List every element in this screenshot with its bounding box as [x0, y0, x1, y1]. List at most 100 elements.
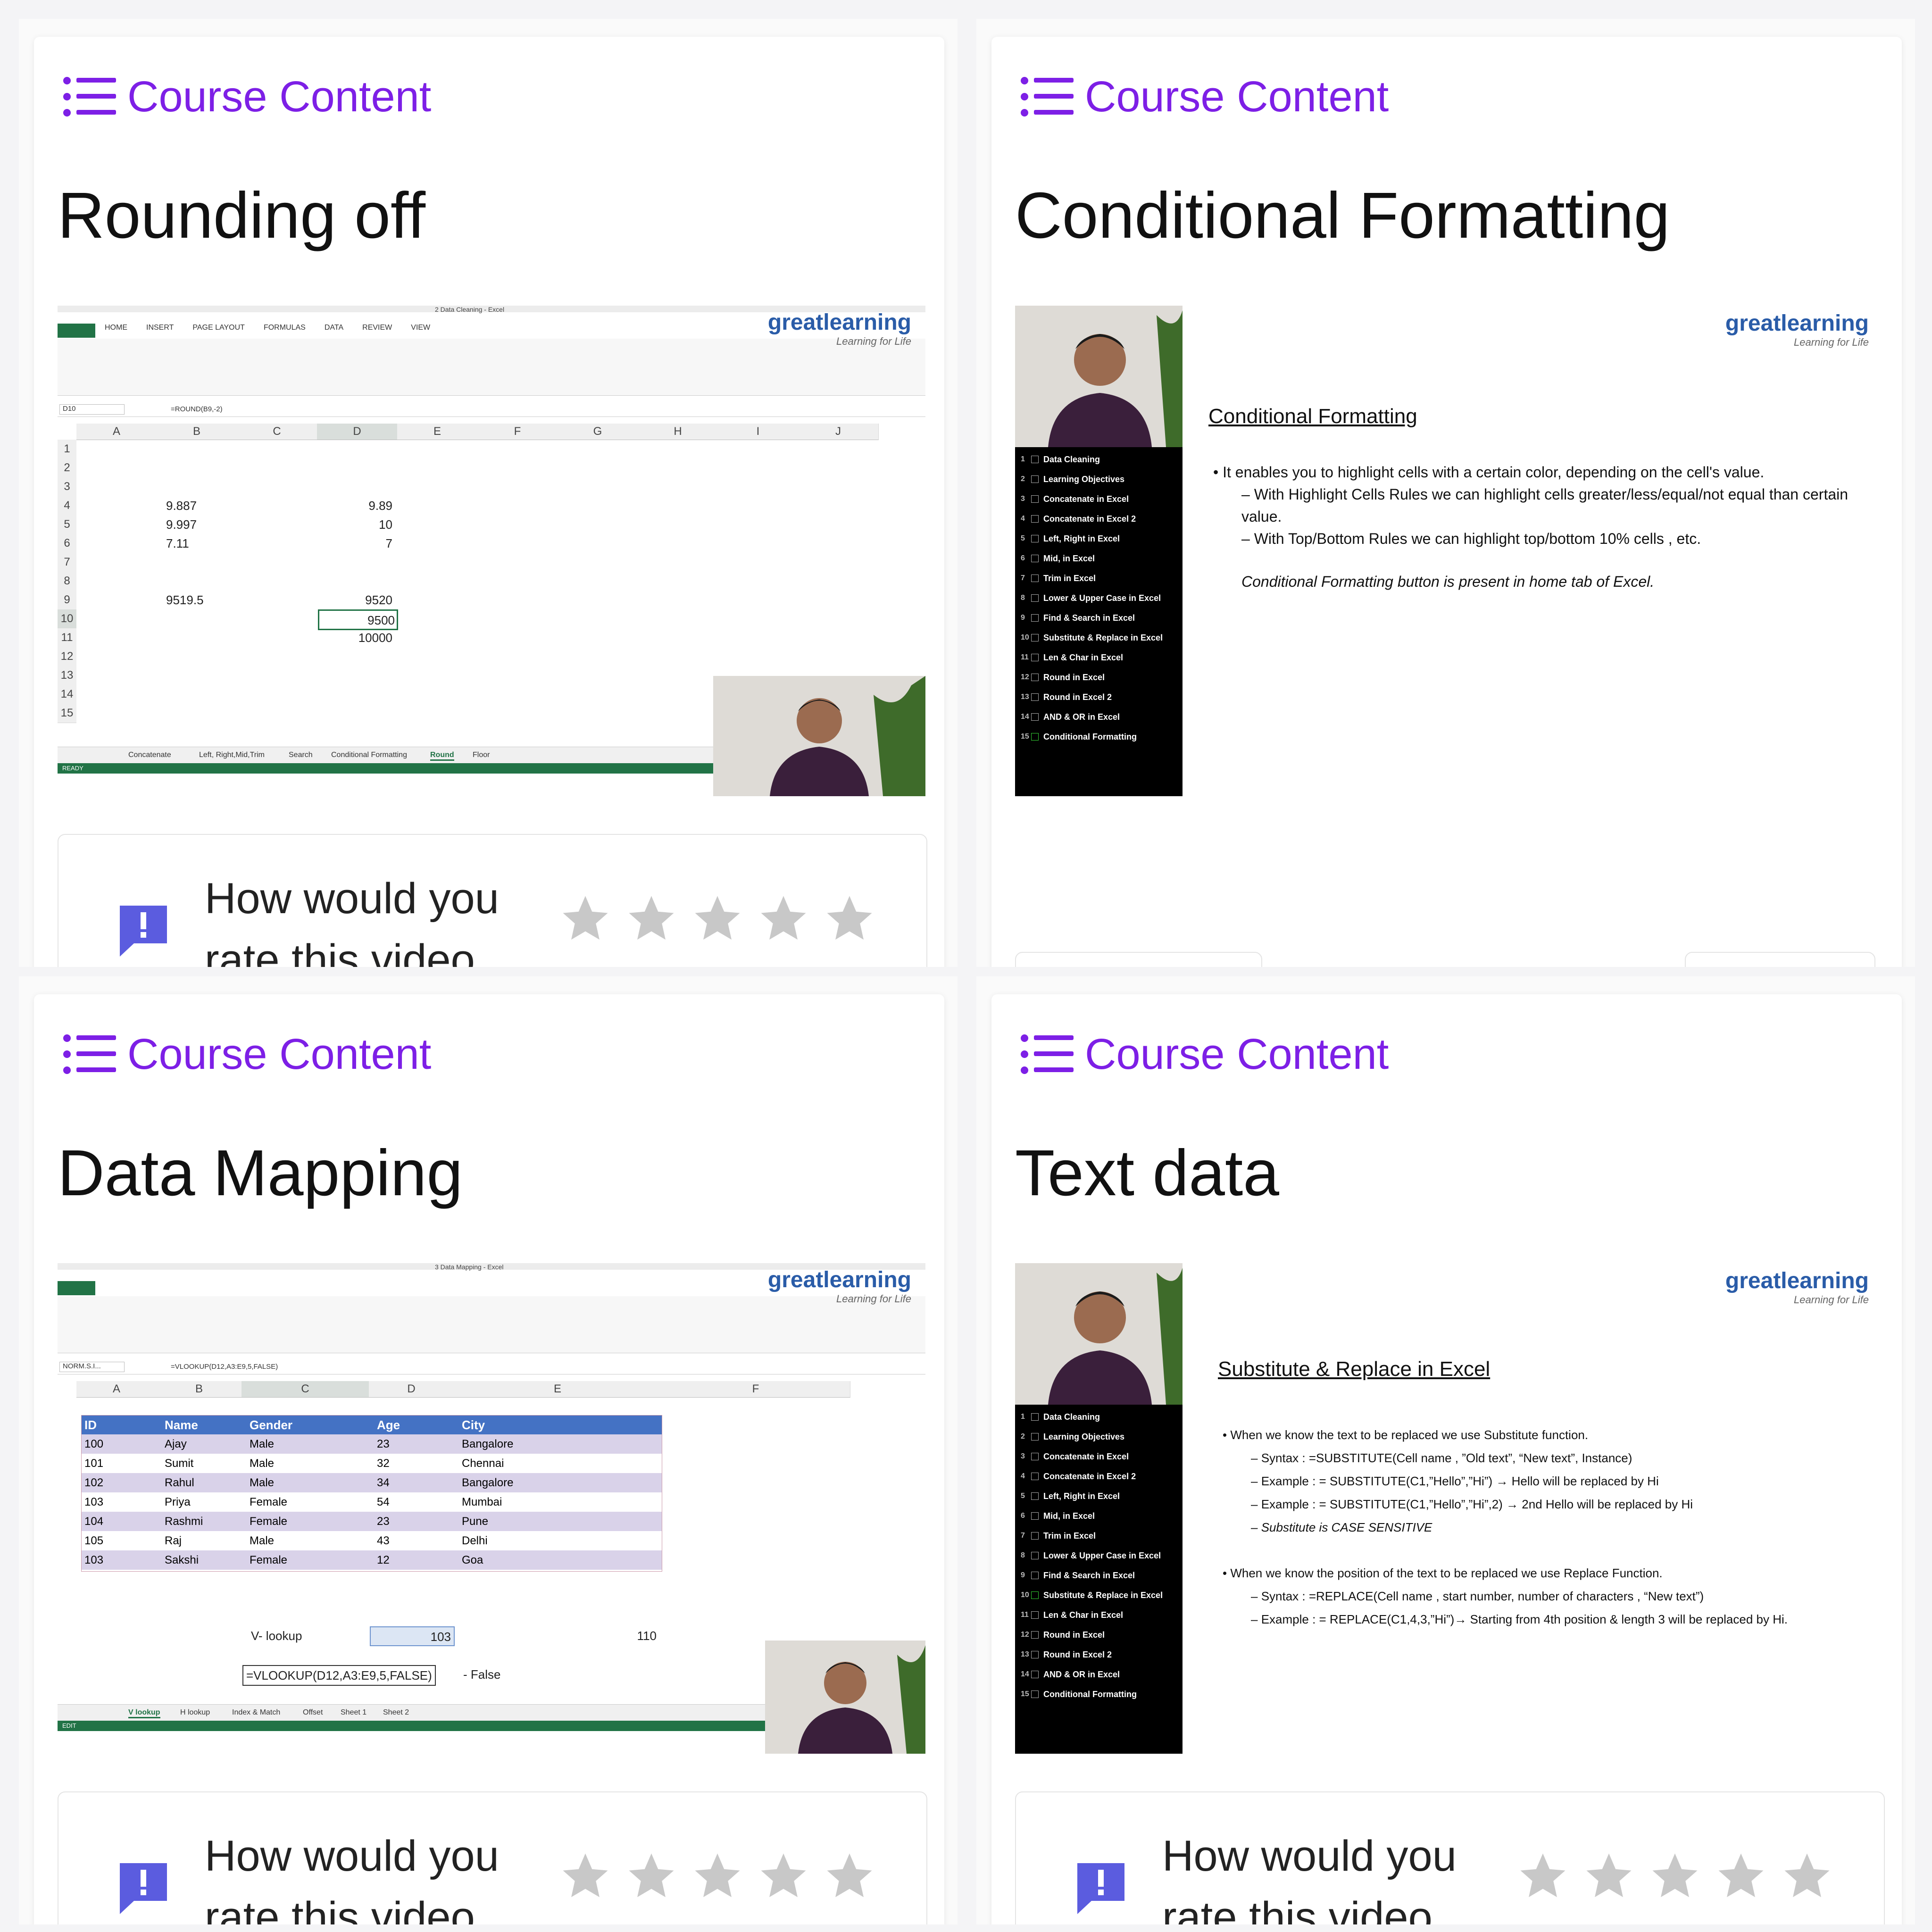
- course-content-label: Course Content: [127, 72, 432, 121]
- course-content-link[interactable]: Course Content: [62, 1028, 431, 1080]
- toc-item: 3 Concatenate in Excel: [1021, 494, 1129, 504]
- video-player[interactable]: 1 Data Cleaning 2 Learning Objectives 3 Con…: [1015, 1263, 1883, 1754]
- table-cell: Male: [250, 1534, 275, 1547]
- column-header: B: [157, 424, 237, 440]
- course-content-label: Course Content: [1085, 1030, 1389, 1078]
- table-cell: Male: [250, 1476, 275, 1489]
- toc-item: 11 Len & Char in Excel: [1021, 652, 1124, 662]
- column-header: A: [76, 1381, 157, 1398]
- star-icon[interactable]: [823, 1849, 876, 1903]
- table-cell: 23: [377, 1438, 390, 1450]
- toc-item: 11 Len & Char in Excel: [1021, 1610, 1124, 1620]
- lesson-title: Conditional Formatting: [1015, 179, 1670, 252]
- star-icon[interactable]: [823, 891, 876, 945]
- formula-bar: NORM.S.I... =VLOOKUP(D12,A3:E9,5,FALSE): [58, 1360, 925, 1374]
- sheet-tab: Offset: [303, 1708, 323, 1716]
- table-row: 103 Sakshi Female 12 Goa: [82, 1550, 662, 1570]
- column-header: J: [798, 424, 879, 440]
- star-icon[interactable]: [1780, 1849, 1834, 1903]
- toc-item: 2 Learning Objectives: [1021, 474, 1125, 484]
- star-rating: [1516, 1849, 1834, 1903]
- table-cell: 32: [377, 1457, 390, 1470]
- feedback-icon: [120, 1863, 167, 1914]
- toc-item: 2 Learning Objectives: [1021, 1432, 1125, 1441]
- list-icon: [63, 1034, 116, 1074]
- star-icon[interactable]: [691, 891, 744, 945]
- table-header: Age: [377, 1418, 400, 1432]
- row-header: 10: [58, 609, 76, 629]
- table-cell: 12: [377, 1554, 390, 1566]
- cell-b9: 9519.5: [166, 593, 204, 607]
- cell-d10-selected: 9500: [318, 609, 398, 630]
- table-cell: 101: [84, 1457, 104, 1470]
- star-icon[interactable]: [691, 1849, 744, 1903]
- table-header: Name: [165, 1418, 198, 1432]
- table-cell: 43: [377, 1534, 390, 1547]
- column-header: F: [661, 1381, 850, 1398]
- column-header: F: [477, 424, 558, 440]
- rating-box-edge: [1015, 952, 1262, 967]
- table-row: 101 Sumit Male 32 Chennai: [82, 1454, 662, 1473]
- column-header: H: [638, 424, 718, 440]
- toc-item: 7 Trim in Excel: [1021, 1531, 1096, 1541]
- course-content-link[interactable]: Course Content: [62, 71, 431, 123]
- star-icon[interactable]: [1648, 1849, 1702, 1903]
- rating-prompt-line: How would you: [205, 1832, 499, 1880]
- ribbon-tab: FORMULAS: [263, 324, 306, 332]
- table-cell: Priya: [165, 1496, 191, 1508]
- ribbon-tab: DATA: [324, 324, 344, 332]
- video-player[interactable]: 1 Data Cleaning 2 Learning Objectives 3 Con…: [1015, 306, 1883, 796]
- table-cell: Sakshi: [165, 1554, 199, 1566]
- star-icon[interactable]: [1582, 1849, 1636, 1903]
- slide-sub-bullet: – With Highlight Cells Rules we can high…: [1241, 486, 1849, 525]
- star-icon[interactable]: [625, 891, 678, 945]
- panel-conditional-formatting: Course Content Conditional Formatting 1D…: [976, 19, 1915, 967]
- row-header: 13: [58, 666, 76, 685]
- column-header: D: [317, 424, 398, 440]
- cell-d6: 7: [385, 536, 392, 550]
- toc-item: 7 Trim in Excel: [1021, 573, 1096, 583]
- ribbon-tab: INSERT: [146, 324, 174, 332]
- sheet-tab: Index & Match: [232, 1708, 281, 1716]
- table-cell: Female: [250, 1554, 288, 1566]
- star-icon[interactable]: [625, 1849, 678, 1903]
- panel-text-data: Course Content Text data 1 Data Cleaning …: [976, 976, 1915, 1924]
- course-content-link[interactable]: Course Content: [1020, 1028, 1389, 1080]
- video-player[interactable]: 2 Data Cleaning - Excel HOME INSERT PAGE…: [58, 306, 925, 796]
- course-content-label: Course Content: [127, 1030, 432, 1078]
- row-header: 15: [58, 704, 76, 723]
- name-box: NORM.S.I...: [59, 1362, 125, 1372]
- star-icon[interactable]: [1714, 1849, 1768, 1903]
- cell-b6: 7.11: [166, 536, 189, 550]
- star-icon[interactable]: [558, 1849, 612, 1903]
- star-icon[interactable]: [757, 1849, 810, 1903]
- star-icon[interactable]: [1516, 1849, 1570, 1903]
- table-cell: Ajay: [165, 1438, 187, 1450]
- video-player[interactable]: 3 Data Mapping - Excel greatlearning Lea…: [58, 1263, 925, 1754]
- star-icon[interactable]: [558, 891, 612, 945]
- table-header: City: [462, 1418, 485, 1432]
- slide-toc: 1 Data Cleaning 2 Learning Objectives 3 Con…: [1021, 450, 1181, 747]
- slide-sub-bullet: – With Top/Bottom Rules we can highlight…: [1241, 530, 1701, 547]
- star-icon[interactable]: [757, 891, 810, 945]
- table-cell: 54: [377, 1496, 390, 1508]
- row-header: 11: [58, 628, 76, 648]
- rating-prompt-line: rate this video: [205, 936, 475, 967]
- toc-item: 12 Round in Excel: [1021, 672, 1105, 682]
- greatlearning-logo: greatlearning Learning for Life: [1725, 310, 1869, 349]
- toc-item: 9 Find & Search in Excel: [1021, 613, 1135, 623]
- sheet-tab: Search: [289, 751, 313, 759]
- data-table: ID Name Gender Age City 100 Ajay Male 23…: [81, 1415, 662, 1572]
- list-icon: [1021, 1034, 1074, 1074]
- course-content-link[interactable]: Course Content: [1020, 71, 1389, 123]
- table-cell: Rashmi: [165, 1515, 203, 1528]
- greatlearning-logo: greatlearning Learning for Life: [768, 1267, 911, 1305]
- row-header: 5: [58, 515, 76, 534]
- cell-d11: 10000: [358, 631, 392, 645]
- sheet-tab: Sheet 1: [341, 1708, 367, 1716]
- table-cell: Bangalore: [462, 1476, 514, 1489]
- toc-item: 4 Concatenate in Excel 2: [1021, 1471, 1136, 1481]
- slide-sub-bullet: – Substitute is CASE SENSITIVE: [1251, 1520, 1432, 1534]
- sheet-tab-active: Round: [430, 751, 454, 761]
- column-header: B: [157, 1381, 242, 1398]
